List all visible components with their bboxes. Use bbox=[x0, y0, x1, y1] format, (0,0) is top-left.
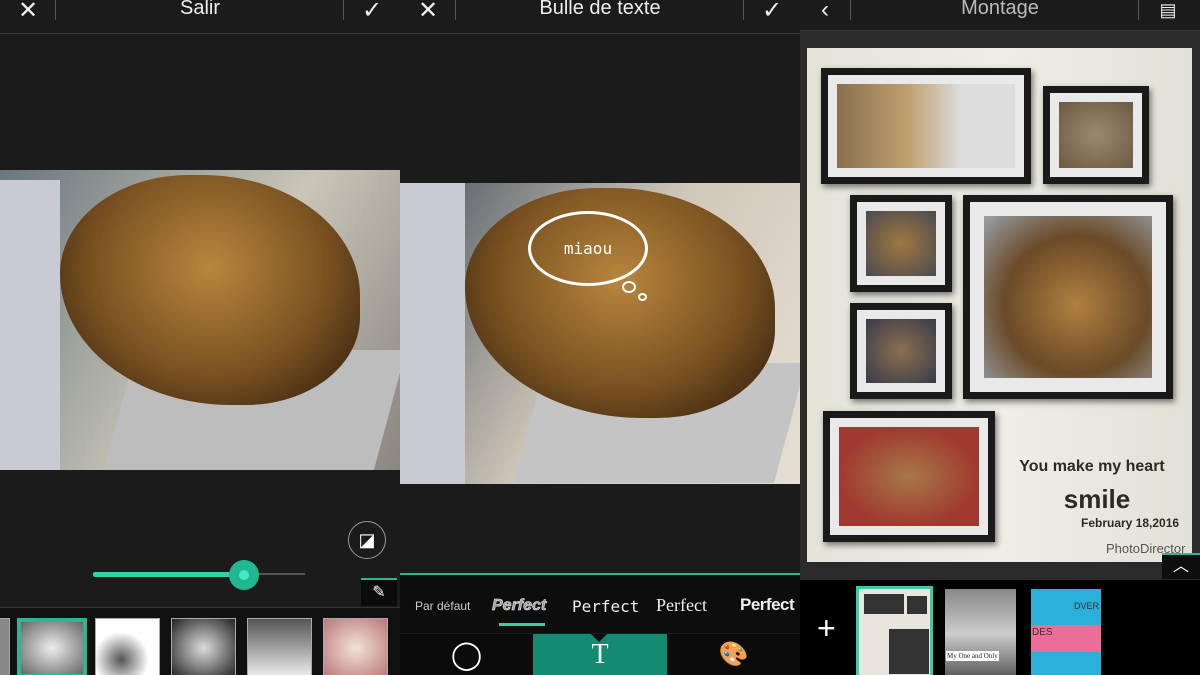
monitor-image bbox=[400, 183, 465, 484]
template-strip: + My One and Only DVER DES bbox=[800, 580, 1200, 675]
slider-thumb[interactable] bbox=[228, 560, 259, 590]
texture-thumbnail[interactable] bbox=[247, 618, 312, 675]
divider bbox=[343, 0, 344, 20]
texture-thumbnail-selected[interactable] bbox=[17, 618, 87, 675]
pencil-icon[interactable]: ✎ bbox=[361, 578, 397, 606]
photo-frame[interactable] bbox=[850, 195, 952, 292]
caption-date: February 18,2016 bbox=[1081, 516, 1180, 530]
template-thumbnail[interactable]: DVER DES bbox=[1031, 589, 1101, 675]
texture-thumbnail[interactable] bbox=[0, 618, 10, 675]
photo-frame[interactable] bbox=[1043, 86, 1149, 184]
tab-pointer bbox=[591, 634, 607, 642]
eraser-icon[interactable]: ◪ bbox=[348, 521, 386, 559]
template-thumbnail-selected[interactable] bbox=[856, 586, 933, 675]
text-icon: T bbox=[591, 639, 609, 670]
font-option-bold[interactable]: Perfect bbox=[740, 595, 795, 615]
panel-text-bubble: ✕ Bulle de texte ✓ miaou Par défaut Perf… bbox=[400, 0, 800, 675]
texture-thumbnail[interactable] bbox=[95, 618, 160, 675]
check-icon[interactable]: ✓ bbox=[752, 0, 792, 25]
texture-strip bbox=[0, 607, 400, 675]
bubble-tail bbox=[638, 293, 647, 301]
template-thumbnail[interactable]: My One and Only bbox=[945, 589, 1016, 675]
panel-salir: ✕ Salir ✓ ◪ ✎ bbox=[0, 0, 400, 675]
photo-canvas[interactable]: miaou bbox=[400, 183, 800, 484]
divider bbox=[1138, 0, 1139, 20]
texture-thumbnail[interactable] bbox=[171, 618, 236, 675]
tab-bubble[interactable]: ◯ bbox=[400, 634, 533, 675]
photo-frame[interactable] bbox=[850, 303, 952, 399]
top-bar: ✕ Bulle de texte ✓ bbox=[400, 0, 800, 34]
caption-line1: You make my heart bbox=[1019, 458, 1165, 475]
page-title: Salir bbox=[179, 0, 220, 19]
bubble-tail bbox=[622, 281, 636, 293]
font-option-handwritten[interactable]: Perfect bbox=[572, 597, 639, 616]
palette-icon: 🎨 bbox=[718, 641, 749, 668]
photo-frame[interactable] bbox=[823, 411, 995, 542]
slider-fill bbox=[93, 572, 244, 577]
photo-frame[interactable] bbox=[821, 68, 1031, 184]
font-option-serif[interactable]: Perfect bbox=[656, 595, 707, 616]
page-title: Bulle de texte bbox=[539, 0, 661, 19]
top-bar: ‹ Montage ▤ bbox=[800, 0, 1200, 31]
monitor-image bbox=[0, 180, 60, 470]
photo-canvas[interactable] bbox=[0, 170, 400, 470]
photo-frame[interactable] bbox=[963, 195, 1173, 399]
font-option-outline[interactable]: Perfect bbox=[492, 597, 547, 615]
divider bbox=[743, 0, 744, 20]
font-picker: Par défaut Perfect Perfect Perfect Perfe… bbox=[400, 573, 800, 633]
font-selected-indicator bbox=[499, 623, 545, 626]
add-template-button[interactable]: + bbox=[817, 612, 836, 644]
panel-montage: ‹ Montage ▤ You make my heart smile Febr… bbox=[800, 0, 1200, 675]
caption-line2: smile bbox=[1063, 484, 1131, 514]
top-bar: ✕ Salir ✓ bbox=[0, 0, 400, 34]
speech-bubble-icon: ◯ bbox=[450, 639, 483, 670]
check-icon[interactable]: ✓ bbox=[352, 0, 392, 25]
tool-tabs: ◯ T 🎨 bbox=[400, 634, 800, 675]
texture-thumbnail[interactable] bbox=[323, 618, 388, 675]
page-title: Montage bbox=[961, 0, 1039, 19]
cat-image bbox=[60, 175, 360, 405]
speech-bubble-sticker[interactable]: miaou bbox=[528, 211, 648, 286]
font-option-default[interactable]: Par défaut bbox=[415, 599, 470, 613]
collage-canvas[interactable]: You make my heart smile February 18,2016… bbox=[807, 48, 1192, 562]
tab-color[interactable]: 🎨 bbox=[667, 634, 800, 675]
document-icon[interactable]: ▤ bbox=[1148, 0, 1188, 21]
chevron-up-icon[interactable]: ︿ bbox=[1162, 553, 1200, 579]
